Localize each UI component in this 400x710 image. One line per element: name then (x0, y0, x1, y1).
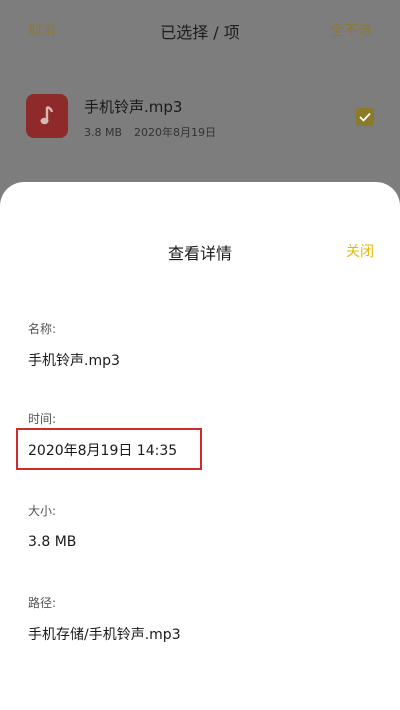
file-name: 手机铃声.mp3 (84, 98, 183, 116)
file-size: 3.8 MB (84, 126, 123, 139)
selection-top-bar: 取消 已选择 / 项 全不选 (0, 0, 400, 62)
size-value: 3.8 MB (28, 534, 77, 550)
name-label: 名称: (28, 322, 57, 336)
file-meta: 3.8 MB 2020年8月19日 (84, 124, 216, 140)
path-highlight-box (16, 428, 202, 470)
sheet-title: 查看详情 (167, 244, 232, 263)
size-label: 大小: (28, 504, 57, 518)
sheet-header: 查看详情 关闭 (0, 240, 400, 264)
file-date: 2020年8月19日 (134, 126, 217, 139)
file-checkbox[interactable] (356, 108, 374, 126)
name-value: 手机铃声.mp3 (28, 353, 120, 369)
path-value: 手机存储/手机铃声.mp3 (28, 627, 181, 643)
file-list-item[interactable]: 手机铃声.mp3 3.8 MB 2020年8月19日 (0, 88, 400, 152)
checkmark-icon (359, 112, 371, 122)
close-button[interactable]: 关闭 (346, 241, 374, 261)
screen: 取消 已选择 / 项 全不选 手机铃声.mp3 3.8 MB 2020年8月19日 (0, 0, 400, 710)
music-note-glyph (40, 105, 54, 125)
time-label: 时间: (28, 412, 57, 426)
music-note-icon (26, 94, 68, 138)
deselect-all-button[interactable]: 全不选 (330, 20, 372, 40)
path-label: 路径: (28, 596, 57, 610)
